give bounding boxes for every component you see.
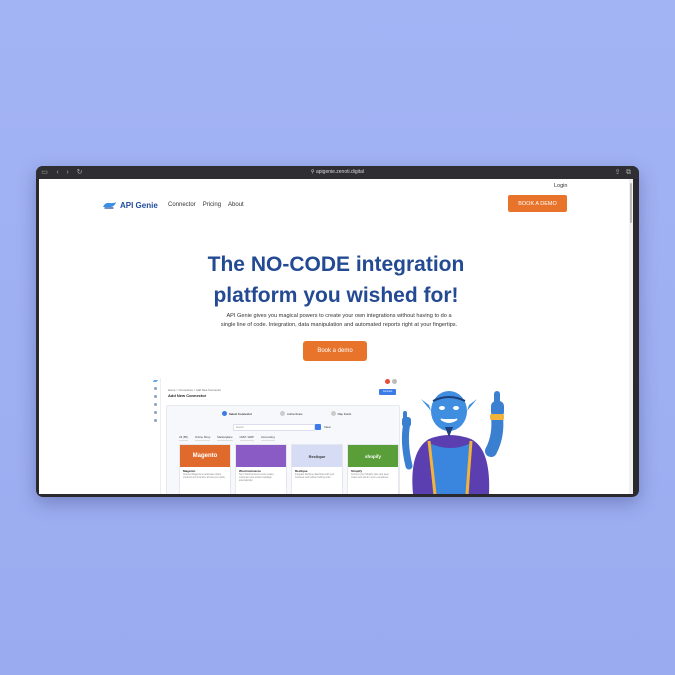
tile-banner-text: shopify bbox=[364, 453, 381, 459]
tile-name: Magento bbox=[183, 469, 196, 473]
step-dot-icon bbox=[222, 411, 227, 416]
connector-tile-magento: Magento Magento Connect Magento to autom… bbox=[179, 444, 231, 494]
main-nav: Connector Pricing About bbox=[168, 202, 244, 208]
browser-toolbar: ▭ ‹ › ↻ ⚲ apigenie.zenoti.digital ⇪ ⧉ bbox=[36, 166, 639, 179]
connector-tile-woocommerce: WooCommerce Sync WooCommerce store order… bbox=[235, 444, 287, 494]
woocommerce-banner bbox=[236, 445, 286, 467]
preview-connector-tiles: Magento Magento Connect Magento to autom… bbox=[179, 444, 399, 494]
hero-title-line-1: The NO-CODE integration bbox=[207, 253, 465, 276]
tile-name: Shopify bbox=[351, 469, 362, 473]
preview-breadcrumb: Home > Connectors > Add New Connector bbox=[168, 388, 222, 392]
tile-desc: Connect Magento to automate orders, prod… bbox=[183, 474, 226, 479]
nav-pricing[interactable]: Pricing bbox=[203, 202, 221, 208]
preview-tab: CRM / ERP bbox=[239, 435, 254, 441]
tabs-icon[interactable]: ⧉ bbox=[625, 169, 632, 176]
tile-name: Reclique bbox=[295, 469, 308, 473]
preview-tab: Online Shop bbox=[194, 435, 211, 441]
book-demo-button[interactable]: BOOK A DEMO bbox=[508, 195, 567, 212]
step-label: Select Connector bbox=[229, 411, 253, 416]
url-text: apigenie.zenoti.digital bbox=[315, 169, 365, 175]
preview-search-input: Search bbox=[233, 424, 315, 431]
avatar bbox=[392, 379, 397, 384]
preview-steps: Select Connector Authenticate Map Fields bbox=[222, 411, 351, 416]
preview-search-icon bbox=[315, 424, 321, 430]
hero-title: The NO-CODE integration platform you wis… bbox=[39, 249, 633, 311]
logo[interactable]: API Genie bbox=[102, 200, 158, 210]
preview-card: Select Connector Authenticate Map Fields… bbox=[166, 405, 400, 494]
preview-connect-button: Connect bbox=[379, 389, 396, 395]
step-item: Select Connector bbox=[222, 411, 252, 416]
step-item: Map Fields bbox=[330, 411, 352, 416]
preview-nav-icon bbox=[153, 387, 157, 390]
share-icon[interactable]: ⇪ bbox=[614, 169, 621, 176]
page-viewport: Login API Genie Connector Pricing About … bbox=[39, 179, 633, 494]
preview-tabs: All (85) Online Shop Marketplace CRM / E… bbox=[179, 435, 275, 441]
preview-tab: All (85) bbox=[179, 435, 188, 441]
genie-lamp-icon bbox=[103, 202, 116, 209]
hero-title-line-2: platform you wished for! bbox=[213, 284, 459, 307]
scrollbar[interactable] bbox=[629, 179, 633, 494]
nav-connector[interactable]: Connector bbox=[168, 202, 196, 208]
tile-banner-text: Magento bbox=[192, 453, 218, 459]
hero-subtitle-line-1: API Genie gives you magical powers to cr… bbox=[226, 313, 452, 319]
step-item: Authenticate bbox=[280, 411, 303, 416]
preview-heading: Add New Connector bbox=[168, 393, 207, 398]
reclique-banner: Reclique bbox=[292, 445, 342, 467]
magento-banner: Magento bbox=[180, 445, 230, 467]
nav-about[interactable]: About bbox=[228, 202, 244, 208]
notification-icon bbox=[385, 379, 390, 384]
hero-subtitle: API Genie gives you magical powers to cr… bbox=[194, 312, 484, 330]
connector-tile-reclique: Reclique Reclique Integrate Reclique dat… bbox=[291, 444, 343, 494]
shopify-banner: shopify bbox=[348, 445, 398, 467]
step-dot-icon bbox=[330, 411, 336, 416]
tile-desc: Connect your Shopify store and keep orde… bbox=[351, 474, 389, 479]
step-dot-icon bbox=[280, 411, 286, 416]
preview-user-icons bbox=[385, 379, 397, 384]
login-link[interactable]: Login bbox=[554, 183, 567, 189]
scrollbar-thumb[interactable] bbox=[630, 183, 632, 223]
step-label: Authenticate bbox=[287, 411, 303, 416]
tile-desc: Sync WooCommerce store orders, customers… bbox=[239, 474, 275, 482]
browser-window: ▭ ‹ › ↻ ⚲ apigenie.zenoti.digital ⇪ ⧉ Lo… bbox=[36, 166, 639, 497]
address-bar[interactable]: ⚲ apigenie.zenoti.digital bbox=[36, 168, 639, 177]
preview-nav-icon bbox=[153, 419, 157, 422]
tile-name: WooCommerce bbox=[239, 469, 261, 473]
book-a-demo-button[interactable]: Book a demo bbox=[303, 341, 367, 361]
logo-text: API Genie bbox=[120, 200, 158, 210]
tile-desc: Integrate Reclique data flows with your … bbox=[295, 474, 335, 479]
preview-tab: Marketplace bbox=[217, 435, 233, 441]
tile-banner-text: Reclique bbox=[308, 453, 326, 459]
preview-logo-icon bbox=[152, 379, 159, 382]
preview-nav-icon bbox=[153, 395, 157, 398]
hero-subtitle-line-2: single line of code. Integration, data m… bbox=[220, 322, 458, 328]
connector-tile-shopify: shopify Shopify Connect your Shopify sto… bbox=[347, 444, 399, 494]
genie-mascot-illustration bbox=[401, 391, 504, 494]
preview-tab: Accounting bbox=[260, 435, 275, 441]
preview-nav-icon bbox=[153, 411, 157, 414]
preview-sidebar bbox=[150, 378, 161, 494]
step-label: Map Fields bbox=[337, 411, 352, 416]
app-preview-screenshot: Home > Connectors > Add New Connector Ad… bbox=[150, 378, 405, 494]
preview-nav-icon bbox=[153, 403, 157, 406]
preview-clear: Clear bbox=[324, 425, 331, 429]
